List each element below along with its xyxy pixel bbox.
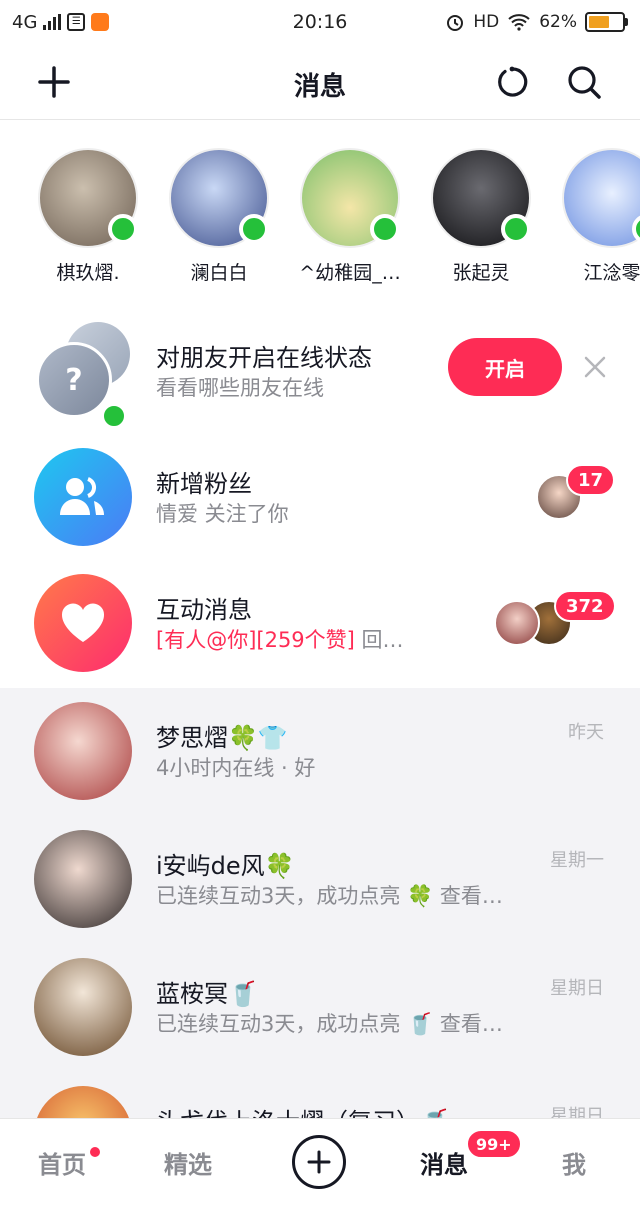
app-notification-icon: [91, 13, 110, 31]
avatar: [431, 148, 531, 248]
hd-label: HD: [473, 12, 500, 32]
network-label: 4G: [12, 11, 38, 33]
plus-icon: [307, 1150, 331, 1174]
user-group-icon: [60, 477, 104, 515]
status-left: 4G ☰: [12, 11, 110, 33]
online-indicator: [501, 214, 531, 244]
new-fans-subtitle: 情爱 关注了你: [156, 502, 289, 526]
friend-item[interactable]: 澜白白: [164, 148, 274, 285]
interactions-title: 互动消息: [156, 596, 252, 624]
chat-item[interactable]: 蓝桉冥🥤 已连续互动3天，成功点亮 🥤 查看… 星期日: [0, 944, 640, 1070]
interactions-subtitle: [有人@你][259个赞] 回…: [156, 624, 404, 654]
chat-name: i安屿de风🍀: [156, 852, 295, 880]
refresh-button[interactable]: [492, 62, 532, 102]
avatar: [169, 148, 269, 248]
online-indicator: [370, 214, 400, 244]
refresh-icon: [498, 66, 528, 97]
question-icon: ?: [65, 362, 83, 398]
online-friends-row: 棋玖熠. 澜白白 ^幼稚园_… 张起灵 江淰零: [0, 148, 640, 288]
status-right: HD 62%: [445, 12, 628, 32]
chat-name: 蓝桉冥🥤: [156, 980, 258, 1008]
friend-item[interactable]: 张起灵: [426, 148, 536, 285]
messages-count-badge: 99+: [466, 1129, 522, 1159]
interactions-icon-circle: [34, 574, 132, 672]
friend-item[interactable]: 棋玖熠.: [33, 148, 143, 285]
friend-item[interactable]: 江淰零: [557, 148, 640, 285]
online-indicator: [239, 214, 269, 244]
close-icon: [584, 356, 606, 378]
wifi-icon: [508, 14, 530, 31]
avatar: [34, 830, 132, 928]
avatar: [38, 148, 138, 248]
chat-item[interactable]: 梦思熠🍀👕 4小时内在线 · 好 昨天: [0, 688, 640, 814]
create-button[interactable]: [292, 1135, 346, 1189]
tab-featured[interactable]: 精选: [164, 1145, 212, 1180]
chat-preview: 已连续互动3天，成功点亮 🍀 查看…: [156, 884, 503, 908]
new-fans-row[interactable]: 新增粉丝 情爱 关注了你 17: [0, 434, 640, 560]
friend-item[interactable]: ^幼稚园_…: [295, 148, 405, 285]
battery-percent: 62%: [539, 12, 577, 32]
interactor-avatar: [494, 600, 540, 646]
home-notification-dot: [90, 1147, 100, 1157]
friend-name: 棋玖熠.: [56, 262, 120, 284]
chat-list: 梦思熠🍀👕 4小时内在线 · 好 昨天 i安屿de风🍀 已连续互动3天，成功点亮…: [0, 688, 640, 1184]
interactions-highlight: [有人@你][259个赞]: [156, 628, 355, 652]
new-fans-count-badge: 17: [566, 464, 616, 496]
interactions-count-badge: 372: [554, 590, 616, 622]
friend-name: 澜白白: [190, 262, 248, 284]
close-prompt-button[interactable]: [580, 352, 610, 382]
chat-preview: 已连续互动3天，成功点亮 🥤 查看…: [156, 1012, 503, 1036]
online-indicator: [100, 402, 128, 430]
online-indicator: [108, 214, 138, 244]
online-prompt-avatars: ?: [36, 320, 136, 430]
chat-time: 昨天: [568, 722, 604, 743]
page-title: 消息: [293, 72, 346, 102]
chat-name: 梦思熠🍀👕: [156, 724, 288, 752]
chat-time: 星期一: [550, 850, 604, 871]
interactions-rest: 回…: [354, 628, 404, 652]
avatar: [300, 148, 400, 248]
status-bar: 4G ☰ 20:16 HD 62%: [0, 0, 640, 44]
signal-icon: [43, 14, 62, 30]
online-indicator: [632, 214, 640, 244]
tab-home[interactable]: 首页: [38, 1145, 86, 1180]
online-prompt-title: 对朋友开启在线状态: [156, 344, 372, 372]
fans-icon-circle: [34, 448, 132, 546]
enable-online-button[interactable]: 开启: [448, 338, 562, 396]
header: 消息: [0, 44, 640, 120]
friend-name: 张起灵: [452, 262, 510, 284]
chat-preview: 4小时内在线 · 好: [156, 756, 316, 780]
avatar: [34, 958, 132, 1056]
notification-icon: ☰: [67, 13, 86, 31]
friend-name: 江淰零: [583, 262, 640, 284]
bottom-tab-bar: 首页 精选 消息 99+ 我: [0, 1118, 640, 1205]
chat-item[interactable]: i安屿de风🍀 已连续互动3天，成功点亮 🍀 查看… 星期一: [0, 816, 640, 942]
online-prompt-subtitle: 看看哪些朋友在线: [156, 376, 324, 400]
search-icon: [568, 66, 601, 99]
search-button[interactable]: [564, 62, 604, 102]
tab-me[interactable]: 我: [562, 1145, 586, 1180]
interactions-row[interactable]: 互动消息 [有人@你][259个赞] 回… 372: [0, 560, 640, 686]
avatar: [34, 702, 132, 800]
friend-name: ^幼稚园_…: [299, 262, 401, 284]
heart-icon: [61, 603, 105, 642]
tab-messages[interactable]: 消息: [420, 1145, 468, 1180]
new-fans-title: 新增粉丝: [156, 470, 252, 498]
avatar: [562, 148, 640, 248]
alarm-icon: [447, 15, 464, 31]
chat-time: 星期日: [550, 978, 604, 999]
battery-icon: [585, 12, 628, 32]
